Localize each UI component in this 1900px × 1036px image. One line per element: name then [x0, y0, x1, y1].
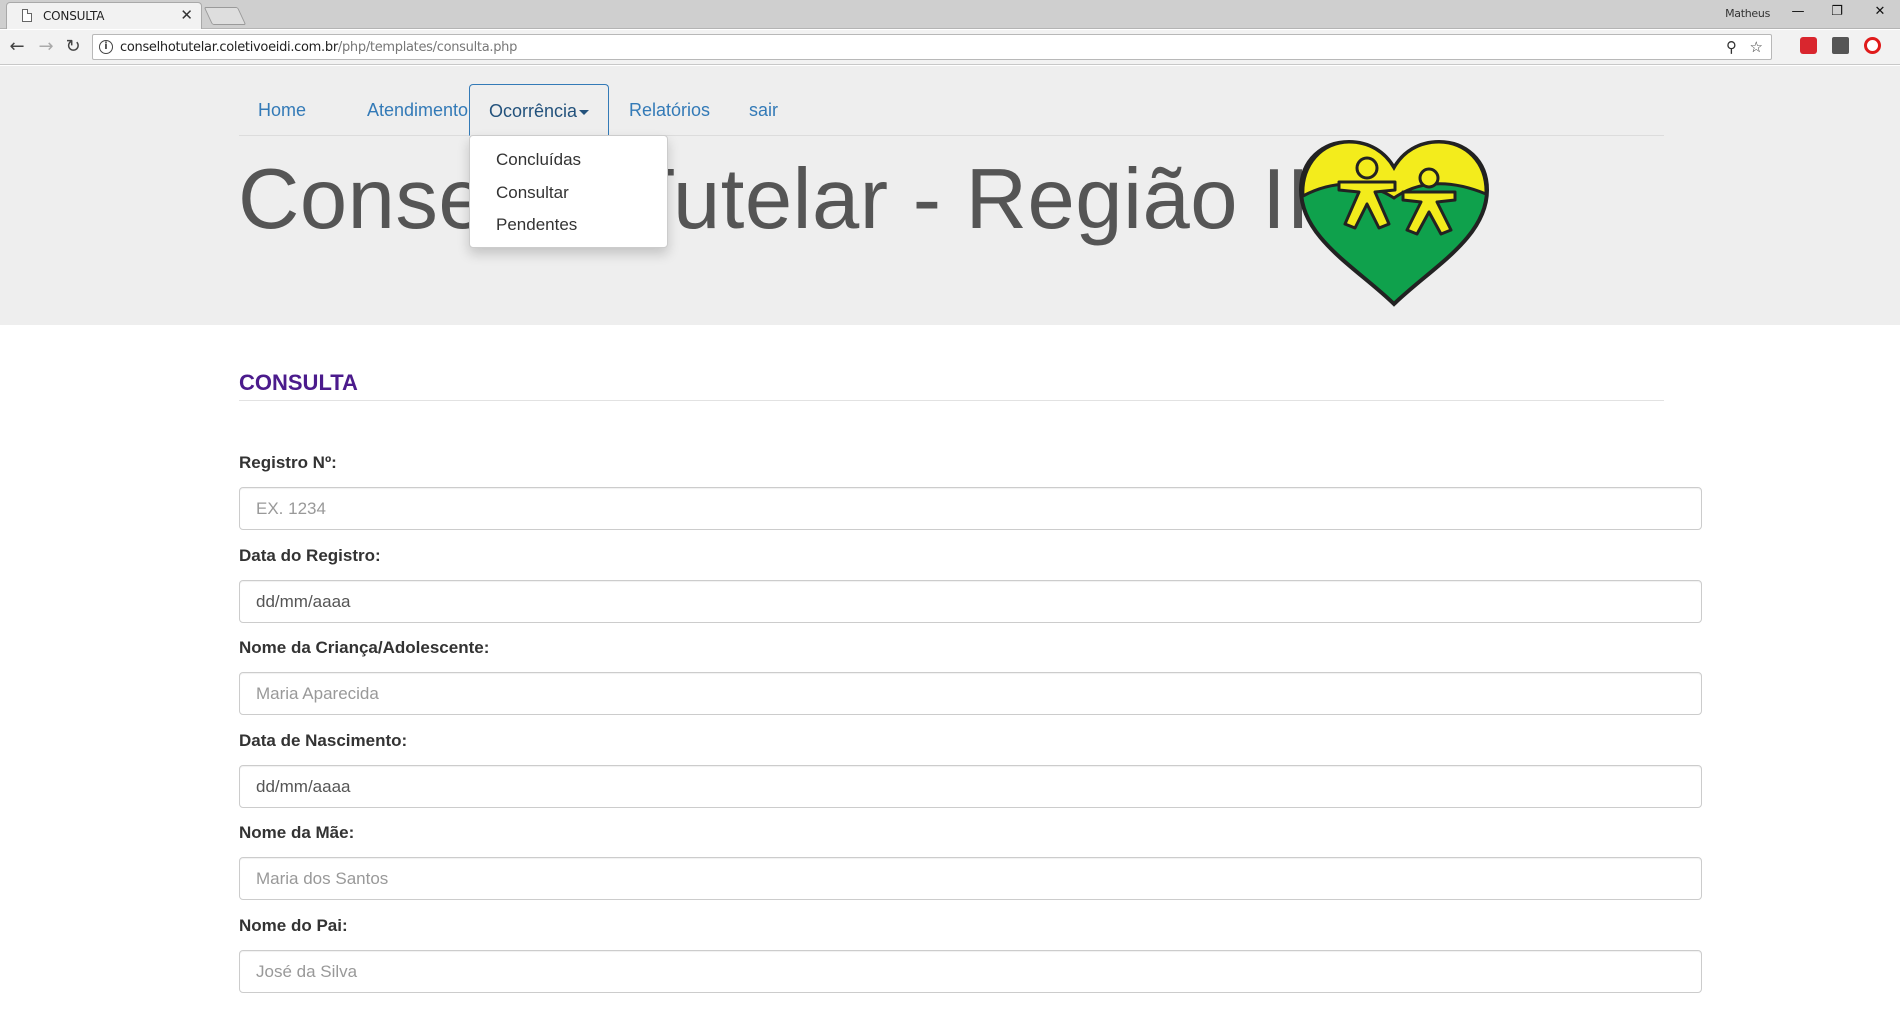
nav-home[interactable]: Home: [239, 84, 325, 136]
window-close-icon[interactable]: ✕: [1870, 4, 1890, 19]
nav-ocorrencia[interactable]: Ocorrência: [469, 84, 610, 136]
info-icon[interactable]: i: [99, 40, 113, 54]
section-title: CONSULTA: [239, 370, 358, 395]
ocorrencia-dropdown-menu: Concluídas Consultar Pendentes: [469, 135, 668, 248]
dropdown-item-consultar[interactable]: Consultar: [470, 177, 667, 210]
logo-heart-icon: [1298, 139, 1490, 307]
new-tab-button[interactable]: [203, 7, 247, 25]
nome-crianca-input[interactable]: [239, 672, 1702, 715]
extension-shield-icon[interactable]: [1832, 37, 1849, 54]
browser-toolbar: ← → ↻ i conselhotutelar.coletivoeidi.com…: [0, 30, 1900, 65]
nav-sair[interactable]: sair: [730, 84, 797, 136]
form-group-data-nascimento: Data de Nascimento:: [239, 730, 1702, 808]
tab-title: CONSULTA: [43, 9, 105, 23]
address-bar[interactable]: i conselhotutelar.coletivoeidi.com.br/ph…: [92, 34, 1772, 60]
nome-mae-input[interactable]: [239, 857, 1702, 900]
url-text[interactable]: conselhotutelar.coletivoeidi.com.br/php/…: [120, 40, 517, 55]
restore-icon[interactable]: ❐: [1827, 4, 1847, 19]
section-divider: [239, 400, 1664, 401]
form-group-nome-crianca: Nome da Criança/Adolescente:: [239, 637, 1702, 715]
profile-name[interactable]: Matheus: [1725, 7, 1770, 20]
form-group-nome-pai: Nome do Pai:: [239, 915, 1702, 993]
nome-pai-label: Nome do Pai:: [239, 916, 348, 935]
registro-input[interactable]: [239, 487, 1702, 530]
url-path: /php/templates/consulta.php: [337, 40, 518, 55]
form-group-data-registro: Data do Registro:: [239, 545, 1702, 623]
browser-tab[interactable]: CONSULTA ✕: [6, 2, 202, 29]
bookmark-star-icon[interactable]: ☆: [1750, 38, 1763, 56]
data-nascimento-input[interactable]: [239, 765, 1702, 808]
zoom-icon[interactable]: ⚲: [1726, 38, 1737, 56]
main-nav: Home Atendimento Ocorrência Relatórios s…: [239, 84, 1664, 136]
data-registro-input[interactable]: [239, 580, 1702, 623]
dropdown-item-concluidas[interactable]: Concluídas: [470, 144, 667, 177]
page-title: Conselho Tutelar - Região II: [238, 152, 1311, 247]
nav-ocorrencia-label: Ocorrência: [489, 101, 578, 121]
page-icon: [22, 9, 32, 22]
nav-relatorios[interactable]: Relatórios: [610, 84, 729, 136]
form-group-registro: Registro Nº:: [239, 452, 1702, 530]
nav-atendimento[interactable]: Atendimento: [348, 84, 487, 136]
nome-mae-label: Nome da Mãe:: [239, 823, 355, 842]
data-registro-label: Data do Registro:: [239, 546, 381, 565]
opera-icon[interactable]: [1864, 37, 1881, 54]
forward-icon[interactable]: →: [35, 36, 57, 58]
registro-label: Registro Nº:: [239, 453, 337, 472]
data-nascimento-label: Data de Nascimento:: [239, 731, 408, 750]
form-group-nome-mae: Nome da Mãe:: [239, 822, 1702, 900]
tab-close-icon[interactable]: ✕: [180, 6, 193, 24]
reload-icon[interactable]: ↻: [62, 36, 84, 58]
nome-crianca-label: Nome da Criança/Adolescente:: [239, 638, 490, 657]
back-icon[interactable]: ←: [6, 36, 28, 58]
minimize-icon[interactable]: —: [1788, 4, 1808, 19]
extension-icon[interactable]: [1800, 37, 1817, 54]
dropdown-item-pendentes[interactable]: Pendentes: [470, 209, 667, 242]
url-host: conselhotutelar.coletivoeidi.com.br: [120, 40, 338, 55]
browser-tab-strip: CONSULTA ✕ Matheus — ❐ ✕: [0, 0, 1900, 29]
caret-down-icon: [579, 109, 590, 115]
nome-pai-input[interactable]: [239, 950, 1702, 993]
page-header: Home Atendimento Ocorrência Relatórios s…: [0, 66, 1900, 325]
